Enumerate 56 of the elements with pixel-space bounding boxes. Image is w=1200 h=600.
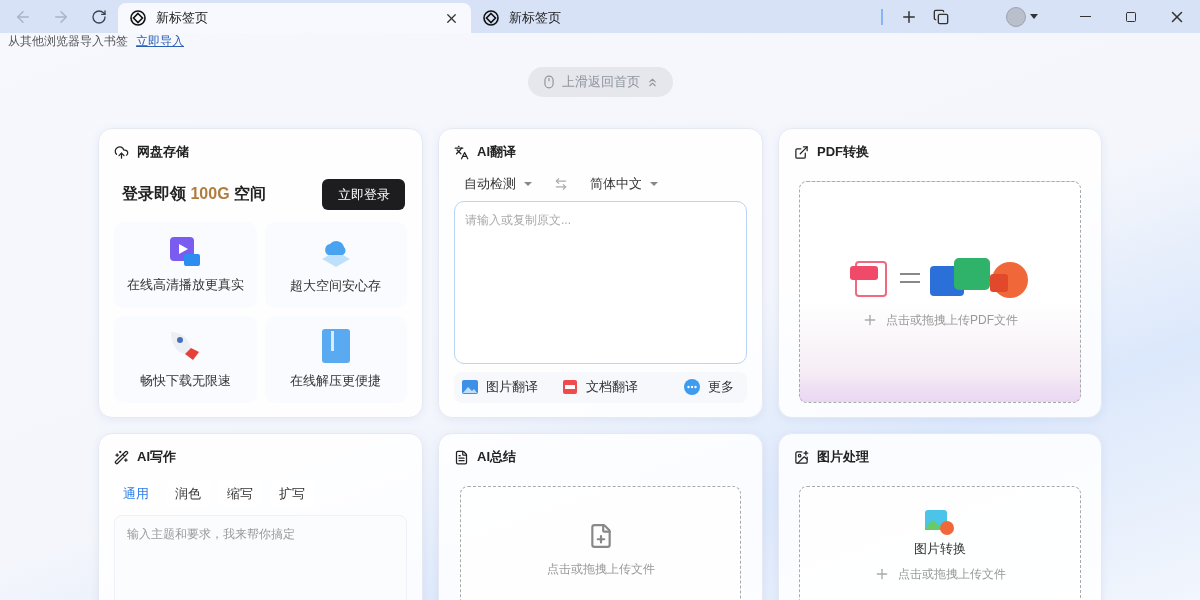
feature-tile[interactable]: 超大空间安心存 [264, 222, 407, 308]
feature-tile[interactable]: 畅快下载无限速 [114, 315, 257, 403]
feature-label: 在线解压更便捷 [290, 372, 382, 391]
zip-file-icon [320, 328, 351, 365]
caret-icon[interactable] [1030, 14, 1038, 19]
video-hd-icon [169, 235, 202, 268]
browser-logo-icon [130, 10, 146, 26]
browser-logo-icon [483, 10, 499, 26]
import-link[interactable]: 立即导入 [136, 33, 184, 50]
card-title: AI写作 [137, 448, 176, 466]
feature-tile[interactable]: 在线解压更便捷 [264, 315, 407, 403]
tab-title: 新标签页 [509, 9, 562, 27]
card-title: PDF转换 [817, 143, 869, 161]
browser-tab[interactable]: 新标签页 [118, 3, 471, 33]
card-title: 图片处理 [817, 448, 869, 466]
tab-title: 新标签页 [156, 9, 209, 27]
import-bookmarks-text: 从其他浏览器导入书签 [8, 33, 128, 50]
feature-label: 畅快下载无限速 [139, 372, 231, 391]
feature-label: 超大空间安心存 [290, 276, 382, 295]
cloud-upload-icon [114, 144, 129, 160]
maximize-icon [1125, 10, 1137, 23]
upload-hint: 点击或拖拽上传文件 [546, 560, 655, 578]
reload-icon [91, 8, 107, 25]
tool-label: 图片转换 [914, 539, 966, 558]
upload-hint: 点击或拖拽上传文件 [874, 565, 1006, 583]
mouse-icon [541, 75, 556, 89]
upload-area[interactable]: 图片转换 点击或拖拽上传文件 [799, 486, 1081, 600]
plus-icon [874, 566, 890, 582]
pdf-file-icon [562, 379, 578, 396]
translate-action[interactable]: 更多 [684, 378, 734, 397]
stacked-tabs-icon [932, 8, 949, 25]
prompt-field[interactable]: 输入主题和要求，我来帮你搞定 [114, 515, 407, 600]
translate-action[interactable]: 图片翻译 [462, 378, 538, 397]
translate-icon [454, 144, 469, 160]
minimize-icon [1079, 15, 1091, 18]
picture-icon [462, 380, 478, 395]
card-title: AI总结 [477, 448, 516, 466]
feature-label: 在线高清播放更真实 [126, 275, 244, 294]
card-title: AI翻译 [477, 143, 516, 161]
plus-icon [862, 312, 878, 328]
browser-tab[interactable]: 新标签页 [471, 3, 831, 33]
image-convert-icon [925, 509, 955, 536]
translate-action[interactable]: 文档翻译 [562, 378, 638, 397]
image-plus-icon [794, 449, 809, 465]
source-text-field[interactable]: 请输入或复制原文... [454, 201, 747, 364]
document-icon [454, 449, 469, 465]
feature-tile[interactable]: 在线高清播放更真实 [114, 222, 257, 308]
more-icon [684, 379, 700, 396]
login-button[interactable]: 立即登录 [322, 179, 405, 210]
upload-hint: 点击或拖拽上传PDF文件 [862, 311, 1018, 329]
target-language-select[interactable]: 简体中文 [586, 175, 662, 193]
source-language-select[interactable]: 自动检测 [460, 175, 536, 193]
card-title: 网盘存储 [137, 143, 189, 161]
magic-wand-icon [114, 449, 129, 465]
promo-text: 登录即领 100G 空间 [122, 184, 267, 204]
link-arrow-icon [794, 144, 809, 160]
